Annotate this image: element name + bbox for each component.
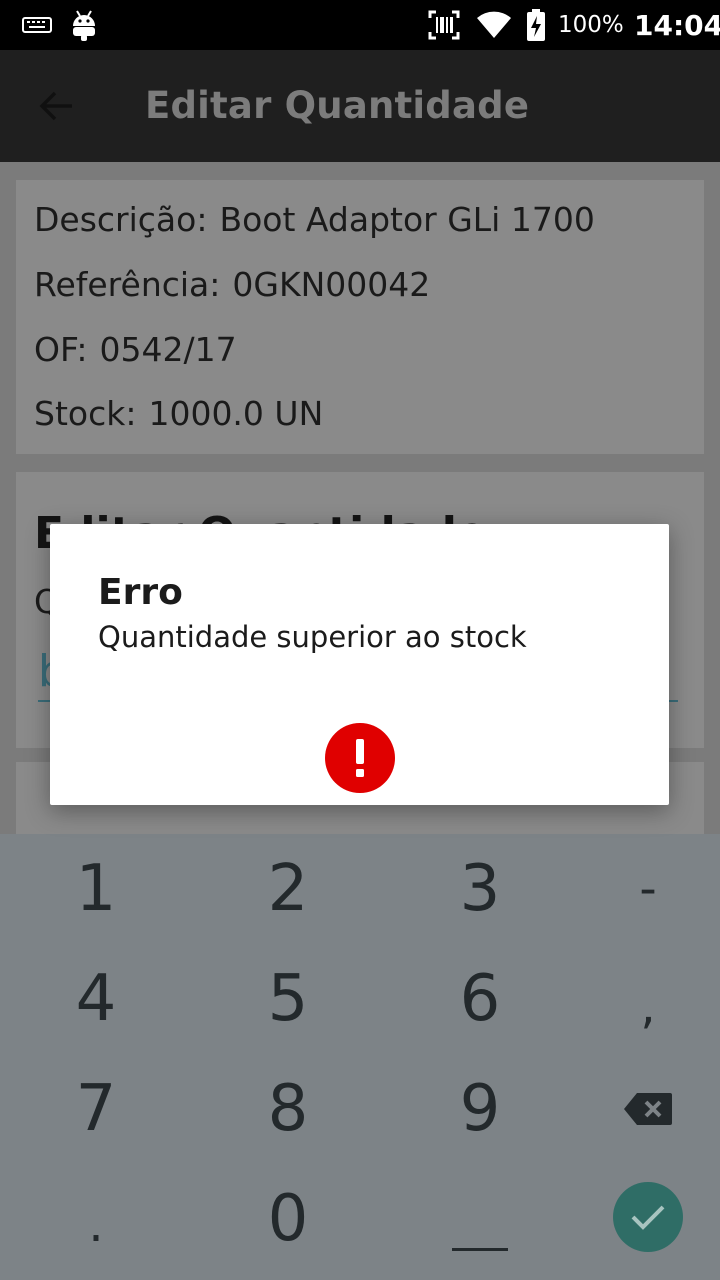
key-1[interactable]: 1 [6, 834, 186, 944]
stock-row: Stock: 1000.0 UN [34, 394, 323, 433]
dialog-title: Erro [98, 572, 183, 613]
descricao-value: Boot Adaptor GLi 1700 [219, 200, 595, 239]
back-button[interactable] [24, 78, 88, 134]
clock: 14:04 [634, 8, 720, 42]
key-5[interactable]: 5 [198, 944, 378, 1054]
keyboard-icon [22, 0, 52, 50]
key-3[interactable]: 3 [390, 834, 570, 944]
stock-value: 1000.0 UN [148, 394, 324, 433]
app-bar: Editar Quantidade [0, 50, 720, 162]
stock-label: Stock: [34, 394, 137, 433]
descricao-label: Descrição: [34, 200, 208, 239]
dialog-message: Quantidade superior ao stock [98, 620, 527, 654]
key-2[interactable]: 2 [198, 834, 378, 944]
key-minus[interactable]: - [558, 834, 720, 944]
key-8[interactable]: 8 [198, 1054, 378, 1164]
battery-percent: 100% [558, 12, 624, 38]
key-backspace[interactable] [558, 1054, 720, 1164]
wifi-icon [476, 0, 512, 50]
of-label: OF: [34, 330, 88, 369]
battery-charging-icon [526, 0, 546, 50]
key-4[interactable]: 4 [6, 944, 186, 1054]
key-9[interactable]: 9 [390, 1054, 570, 1164]
arrow-back-icon [39, 91, 72, 121]
key-period[interactable]: . [6, 1170, 186, 1280]
key-0[interactable]: 0 [198, 1164, 378, 1274]
check-icon [631, 1205, 665, 1230]
referencia-value: 0GKN00042 [232, 265, 431, 304]
of-value: 0542/17 [99, 330, 237, 369]
key-comma[interactable]: , [558, 952, 720, 1062]
android-icon [70, 0, 98, 50]
space-bar-icon [452, 1247, 508, 1251]
key-6[interactable]: 6 [390, 944, 570, 1054]
enter-button[interactable] [613, 1182, 683, 1252]
descricao-row: Descrição: Boot Adaptor GLi 1700 [34, 200, 595, 239]
numeric-keypad: 1 2 3 - 4 5 6 , 7 8 9 . 0 [0, 834, 720, 1280]
key-space[interactable] [390, 1164, 570, 1274]
page-title: Editar Quantidade [145, 84, 530, 127]
error-exclamation-icon [325, 723, 395, 793]
backspace-icon [624, 1093, 672, 1125]
key-7[interactable]: 7 [6, 1054, 186, 1164]
item-info-card: Descrição: Boot Adaptor GLi 1700 Referênc… [16, 180, 704, 454]
error-dialog: Erro Quantidade superior ao stock [50, 524, 669, 805]
referencia-label: Referência: [34, 265, 221, 304]
status-bar: 100% 14:04 [0, 0, 720, 50]
referencia-row: Referência: 0GKN00042 [34, 265, 430, 304]
scanner-icon [428, 0, 460, 50]
of-row: OF: 0542/17 [34, 330, 237, 369]
